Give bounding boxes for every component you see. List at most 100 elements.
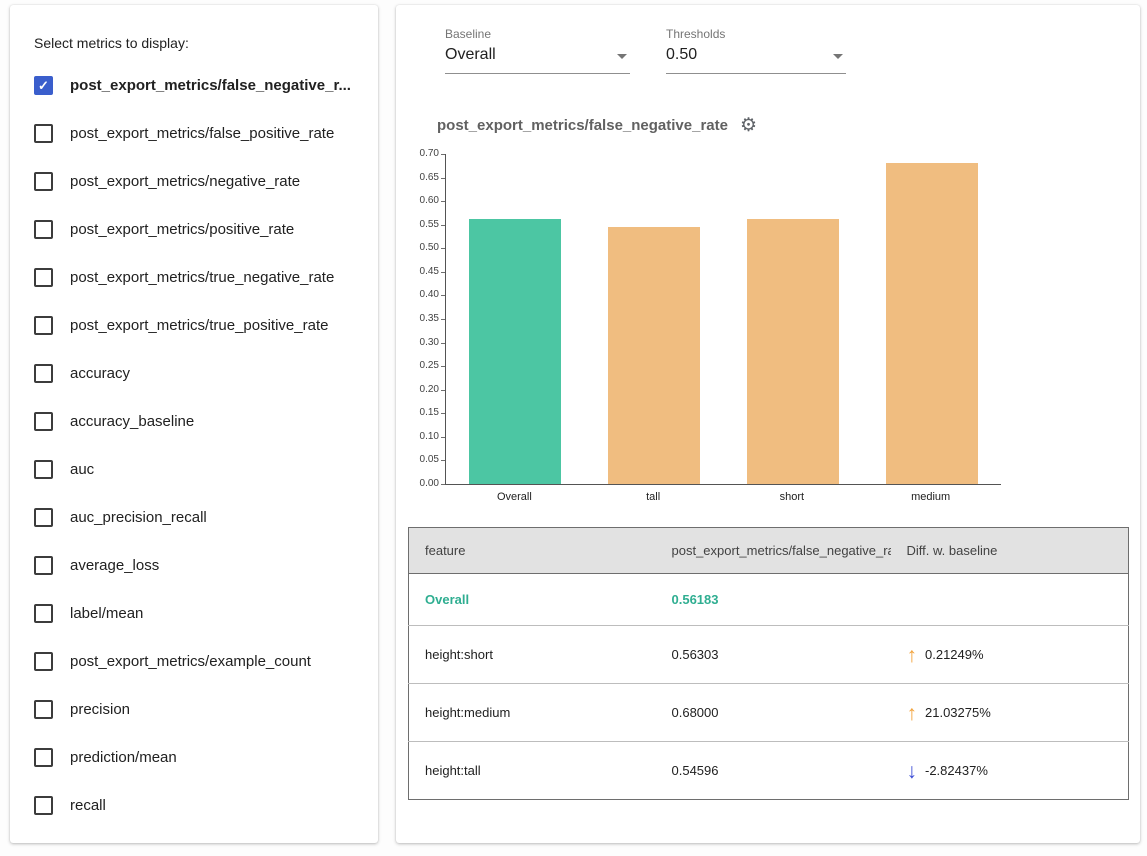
metric-label: post_export_metrics/true_positive_rate <box>70 317 328 334</box>
feature-cell: height:short <box>409 626 656 684</box>
metric-checkbox-row[interactable]: auc <box>10 445 378 493</box>
metric-checkbox-row[interactable]: post_export_metrics/true_positive_rate <box>10 301 378 349</box>
checkbox-checked-icon[interactable]: ✓ <box>34 76 53 95</box>
metric-label: post_export_metrics/example_count <box>70 653 311 670</box>
metric-label: post_export_metrics/negative_rate <box>70 173 300 190</box>
metric-checkbox-row[interactable]: average_loss <box>10 541 378 589</box>
metric-checkbox-row[interactable]: auc_precision_recall <box>10 493 378 541</box>
checkbox-unchecked-icon[interactable] <box>34 700 53 719</box>
y-axis-tick <box>441 248 445 249</box>
y-axis-tick <box>441 295 445 296</box>
metric-label: accuracy <box>70 365 130 382</box>
diff-cell: ↓-2.82437% <box>891 742 1129 800</box>
plot-area <box>445 154 1001 485</box>
y-axis-tick-label: 0.55 <box>420 220 439 230</box>
y-axis-tick-label: 0.65 <box>420 173 439 183</box>
y-axis: 0.000.050.100.150.200.250.300.350.400.45… <box>401 149 439 495</box>
y-axis-tick-label: 0.20 <box>420 385 439 395</box>
metric-label: auc_precision_recall <box>70 509 207 526</box>
metric-label: post_export_metrics/positive_rate <box>70 221 294 238</box>
checkbox-unchecked-icon[interactable] <box>34 316 53 335</box>
metric-label: post_export_metrics/false_positive_rate <box>70 125 334 142</box>
checkbox-unchecked-icon[interactable] <box>34 220 53 239</box>
y-axis-tick <box>441 201 445 202</box>
diff-value: 21.03275% <box>925 705 991 720</box>
y-axis-tick-label: 0.05 <box>420 455 439 465</box>
y-axis-tick <box>441 154 445 155</box>
y-axis-tick-label: 0.30 <box>420 338 439 348</box>
y-axis-tick <box>441 178 445 179</box>
metric-checkbox-row[interactable]: accuracy_baseline <box>10 397 378 445</box>
metrics-table: featurepost_export_metrics/false_negativ… <box>408 527 1129 800</box>
bar-medium[interactable] <box>886 163 978 484</box>
baseline-select[interactable]: Baseline Overall <box>445 27 630 74</box>
metric-label: precision <box>70 701 130 718</box>
checkbox-unchecked-icon[interactable] <box>34 508 53 527</box>
checkbox-unchecked-icon[interactable] <box>34 268 53 287</box>
checkbox-unchecked-icon[interactable] <box>34 652 53 671</box>
bar-short[interactable] <box>747 219 839 484</box>
y-axis-tick-label: 0.35 <box>420 314 439 324</box>
checkbox-unchecked-icon[interactable] <box>34 556 53 575</box>
metric-checkbox-row[interactable]: precision <box>10 685 378 733</box>
metric-checkbox-row[interactable]: post_export_metrics/true_negative_rate <box>10 253 378 301</box>
y-axis-tick-label: 0.25 <box>420 361 439 371</box>
y-axis-tick-label: 0.50 <box>420 243 439 253</box>
thresholds-select-label: Thresholds <box>666 27 846 41</box>
x-axis-label: Overall <box>445 491 584 503</box>
metric-checkbox-row[interactable]: post_export_metrics/positive_rate <box>10 205 378 253</box>
diff-cell <box>891 574 1129 626</box>
x-axis-label: tall <box>584 491 723 503</box>
metric-label: label/mean <box>70 605 143 622</box>
checkbox-unchecked-icon[interactable] <box>34 796 53 815</box>
chart-header: post_export_metrics/false_negative_rate … <box>437 116 1140 135</box>
metric-label: recall <box>70 797 106 814</box>
metric-checkbox-row[interactable]: prediction/mean <box>10 733 378 781</box>
checkbox-unchecked-icon[interactable] <box>34 364 53 383</box>
metric-checkbox-row[interactable]: post_export_metrics/false_positive_rate <box>10 109 378 157</box>
metric-checkbox-row[interactable]: accuracy <box>10 349 378 397</box>
metric-checkbox-row[interactable]: post_export_metrics/example_count <box>10 637 378 685</box>
feature-cell: Overall <box>409 574 656 626</box>
metrics-list: ✓ post_export_metrics/false_negative_r...… <box>10 61 378 829</box>
table-row: height:short0.56303↑0.21249% <box>409 626 1129 684</box>
checkbox-unchecked-icon[interactable] <box>34 124 53 143</box>
up-arrow-icon: ↑ <box>907 644 918 667</box>
bar-slot <box>585 154 724 484</box>
table-header-row: featurepost_export_metrics/false_negativ… <box>409 528 1129 574</box>
x-axis-label: short <box>723 491 862 503</box>
metric-selector-title: Select metrics to display: <box>10 5 378 51</box>
y-axis-tick-label: 0.40 <box>420 290 439 300</box>
checkbox-unchecked-icon[interactable] <box>34 460 53 479</box>
y-axis-tick <box>441 390 445 391</box>
bar-tall[interactable] <box>608 227 700 484</box>
y-axis-tick-label: 0.45 <box>420 267 439 277</box>
metric-label: auc <box>70 461 94 478</box>
bar-chart: 0.000.050.100.150.200.250.300.350.400.45… <box>401 149 1041 509</box>
bar-Overall[interactable] <box>469 219 561 484</box>
metric-checkbox-row[interactable]: ✓ post_export_metrics/false_negative_r... <box>10 61 378 109</box>
checkbox-unchecked-icon[interactable] <box>34 172 53 191</box>
metric-checkbox-row[interactable]: recall <box>10 781 378 829</box>
checkbox-unchecked-icon[interactable] <box>34 748 53 767</box>
checkbox-unchecked-icon[interactable] <box>34 412 53 431</box>
metric-checkbox-row[interactable]: label/mean <box>10 589 378 637</box>
y-axis-tick <box>441 319 445 320</box>
metric-label: post_export_metrics/false_negative_r... <box>70 77 351 94</box>
metric-label: post_export_metrics/true_negative_rate <box>70 269 334 286</box>
table-row: Overall0.56183 <box>409 574 1129 626</box>
table-body: Overall0.56183height:short0.56303↑0.2124… <box>409 574 1129 800</box>
diff-cell: ↑21.03275% <box>891 684 1129 742</box>
chevron-down-icon[interactable] <box>617 54 627 59</box>
bar-slot <box>862 154 1001 484</box>
thresholds-select-value: 0.50 <box>666 46 846 64</box>
table-header-cell: post_export_metrics/false_negative_rat..… <box>656 528 891 574</box>
chevron-down-icon[interactable] <box>833 54 843 59</box>
metric-label: accuracy_baseline <box>70 413 194 430</box>
y-axis-tick <box>441 413 445 414</box>
checkbox-unchecked-icon[interactable] <box>34 604 53 623</box>
thresholds-select[interactable]: Thresholds 0.50 <box>666 27 846 74</box>
metric-checkbox-row[interactable]: post_export_metrics/negative_rate <box>10 157 378 205</box>
diff-cell: ↑0.21249% <box>891 626 1129 684</box>
gear-icon[interactable]: ⚙ <box>740 116 757 135</box>
